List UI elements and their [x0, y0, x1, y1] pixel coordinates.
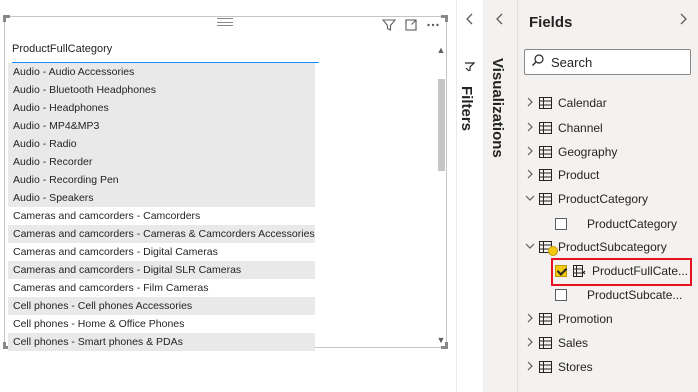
- table-name: Sales: [558, 336, 589, 350]
- filters-pane: Filters: [456, 0, 484, 392]
- fields-title: Fields: [529, 14, 573, 31]
- chevron-left-icon[interactable]: [495, 12, 505, 28]
- in-use-check-icon: [548, 246, 558, 256]
- chevron-right-icon[interactable]: [524, 361, 536, 374]
- table-row[interactable]: Cameras and camcorders - Film Cameras: [8, 279, 315, 297]
- table-row[interactable]: Audio - Radio: [8, 135, 315, 153]
- table-name: Geography: [558, 145, 618, 159]
- visual-header: [382, 17, 440, 33]
- table-row[interactable]: Audio - Bluetooth Headphones: [8, 81, 315, 99]
- chevron-right-icon[interactable]: [524, 337, 536, 350]
- table-name: Stores: [558, 360, 593, 374]
- search-icon: [531, 53, 545, 72]
- field-table-geography[interactable]: Geography: [524, 141, 617, 163]
- table-icon: [539, 193, 552, 205]
- field-productsubcategory[interactable]: ProductSubcate...: [555, 284, 682, 306]
- table-name: ProductSubcategory: [558, 240, 667, 254]
- table-icon: [539, 146, 552, 158]
- report-canvas: ProductFullCategory Audio - Audio Access…: [0, 0, 456, 392]
- field-table-calendar[interactable]: Calendar: [524, 92, 607, 114]
- field-table-promotion[interactable]: Promotion: [524, 308, 613, 330]
- field-table-productcategory[interactable]: ProductCategory: [524, 188, 648, 210]
- resize-handle-top-right[interactable]: [441, 15, 448, 22]
- table-icon: [539, 361, 552, 373]
- field-checkbox[interactable]: [555, 218, 567, 230]
- scroll-up-icon[interactable]: ▲: [436, 45, 446, 55]
- chevron-left-icon[interactable]: [465, 12, 475, 28]
- table-rows: Audio - Audio Accessories Audio - Blueto…: [8, 63, 315, 351]
- chevron-right-icon[interactable]: [524, 169, 536, 182]
- field-table-productsubcategory[interactable]: ProductSubcategory: [524, 236, 667, 258]
- table-row[interactable]: Audio - Recorder: [8, 153, 315, 171]
- field-checkbox[interactable]: [555, 289, 567, 301]
- field-productcategory[interactable]: ProductCategory: [555, 213, 677, 235]
- table-icon: [539, 337, 552, 349]
- table-row[interactable]: Cameras and camcorders - Digital SLR Cam…: [8, 261, 315, 279]
- table-scrollbar[interactable]: ▲ ▼: [436, 45, 446, 345]
- field-table-stores[interactable]: Stores: [524, 356, 593, 378]
- resize-handle-top-left[interactable]: [3, 15, 10, 22]
- table-icon: [539, 169, 552, 181]
- scroll-thumb[interactable]: [438, 79, 445, 171]
- chevron-right-icon[interactable]: [524, 313, 536, 326]
- chevron-right-icon[interactable]: [524, 146, 536, 159]
- table-row[interactable]: Cameras and camcorders - Digital Cameras: [8, 243, 315, 261]
- table-row[interactable]: Audio - Recording Pen: [8, 171, 315, 189]
- more-options-icon[interactable]: [426, 18, 440, 32]
- drag-grip-icon[interactable]: [217, 18, 233, 26]
- table-row[interactable]: Audio - Headphones: [8, 99, 315, 117]
- field-table-product[interactable]: Product: [524, 164, 599, 186]
- table-name: Product: [558, 168, 600, 182]
- chevron-down-icon[interactable]: [524, 193, 536, 205]
- filters-label[interactable]: Filters: [458, 86, 475, 131]
- search-input[interactable]: [551, 54, 681, 70]
- table-icon: [539, 313, 552, 325]
- visualizations-label[interactable]: Visualizations: [489, 58, 506, 158]
- fields-search[interactable]: [524, 49, 691, 75]
- focus-mode-icon[interactable]: [404, 18, 418, 32]
- table-row[interactable]: Cameras and camcorders - Cameras & Camco…: [8, 225, 315, 243]
- table-icon: [539, 122, 552, 134]
- table-row[interactable]: Cell phones - Home & Office Phones: [8, 315, 315, 333]
- table-name: ProductCategory: [558, 192, 649, 206]
- field-table-channel[interactable]: Channel: [524, 117, 603, 139]
- table-column-header[interactable]: ProductFullCategory: [12, 39, 319, 63]
- chevron-right-icon[interactable]: [524, 97, 536, 110]
- table-name: Promotion: [558, 312, 613, 326]
- table-name: Calendar: [558, 96, 607, 110]
- chevron-right-icon[interactable]: [524, 122, 536, 135]
- field-name: ProductSubcate...: [587, 288, 683, 302]
- table-row[interactable]: Audio - MP4&MP3: [8, 117, 315, 135]
- filter-icon[interactable]: [382, 18, 396, 32]
- funnel-icon: [463, 60, 477, 74]
- chevron-right-icon[interactable]: [678, 12, 688, 28]
- visualizations-pane: Visualizations: [484, 0, 518, 392]
- table-visual[interactable]: ProductFullCategory Audio - Audio Access…: [3, 15, 448, 351]
- field-name: ProductCategory: [587, 217, 678, 231]
- table-row[interactable]: Audio - Audio Accessories: [8, 63, 315, 81]
- highlight-annotation: [551, 258, 692, 286]
- field-table-sales[interactable]: Sales: [524, 332, 588, 354]
- table-row[interactable]: Cell phones - Smart phones & PDAs: [8, 333, 315, 351]
- chevron-down-icon[interactable]: [524, 241, 536, 253]
- scroll-down-icon[interactable]: ▼: [436, 335, 446, 345]
- table-row[interactable]: Cell phones - Cell phones Accessories: [8, 297, 315, 315]
- table-name: Channel: [558, 121, 603, 135]
- table-row[interactable]: Audio - Speakers: [8, 189, 315, 207]
- table-icon: [539, 97, 552, 109]
- table-row[interactable]: Cameras and camcorders - Camcorders: [8, 207, 315, 225]
